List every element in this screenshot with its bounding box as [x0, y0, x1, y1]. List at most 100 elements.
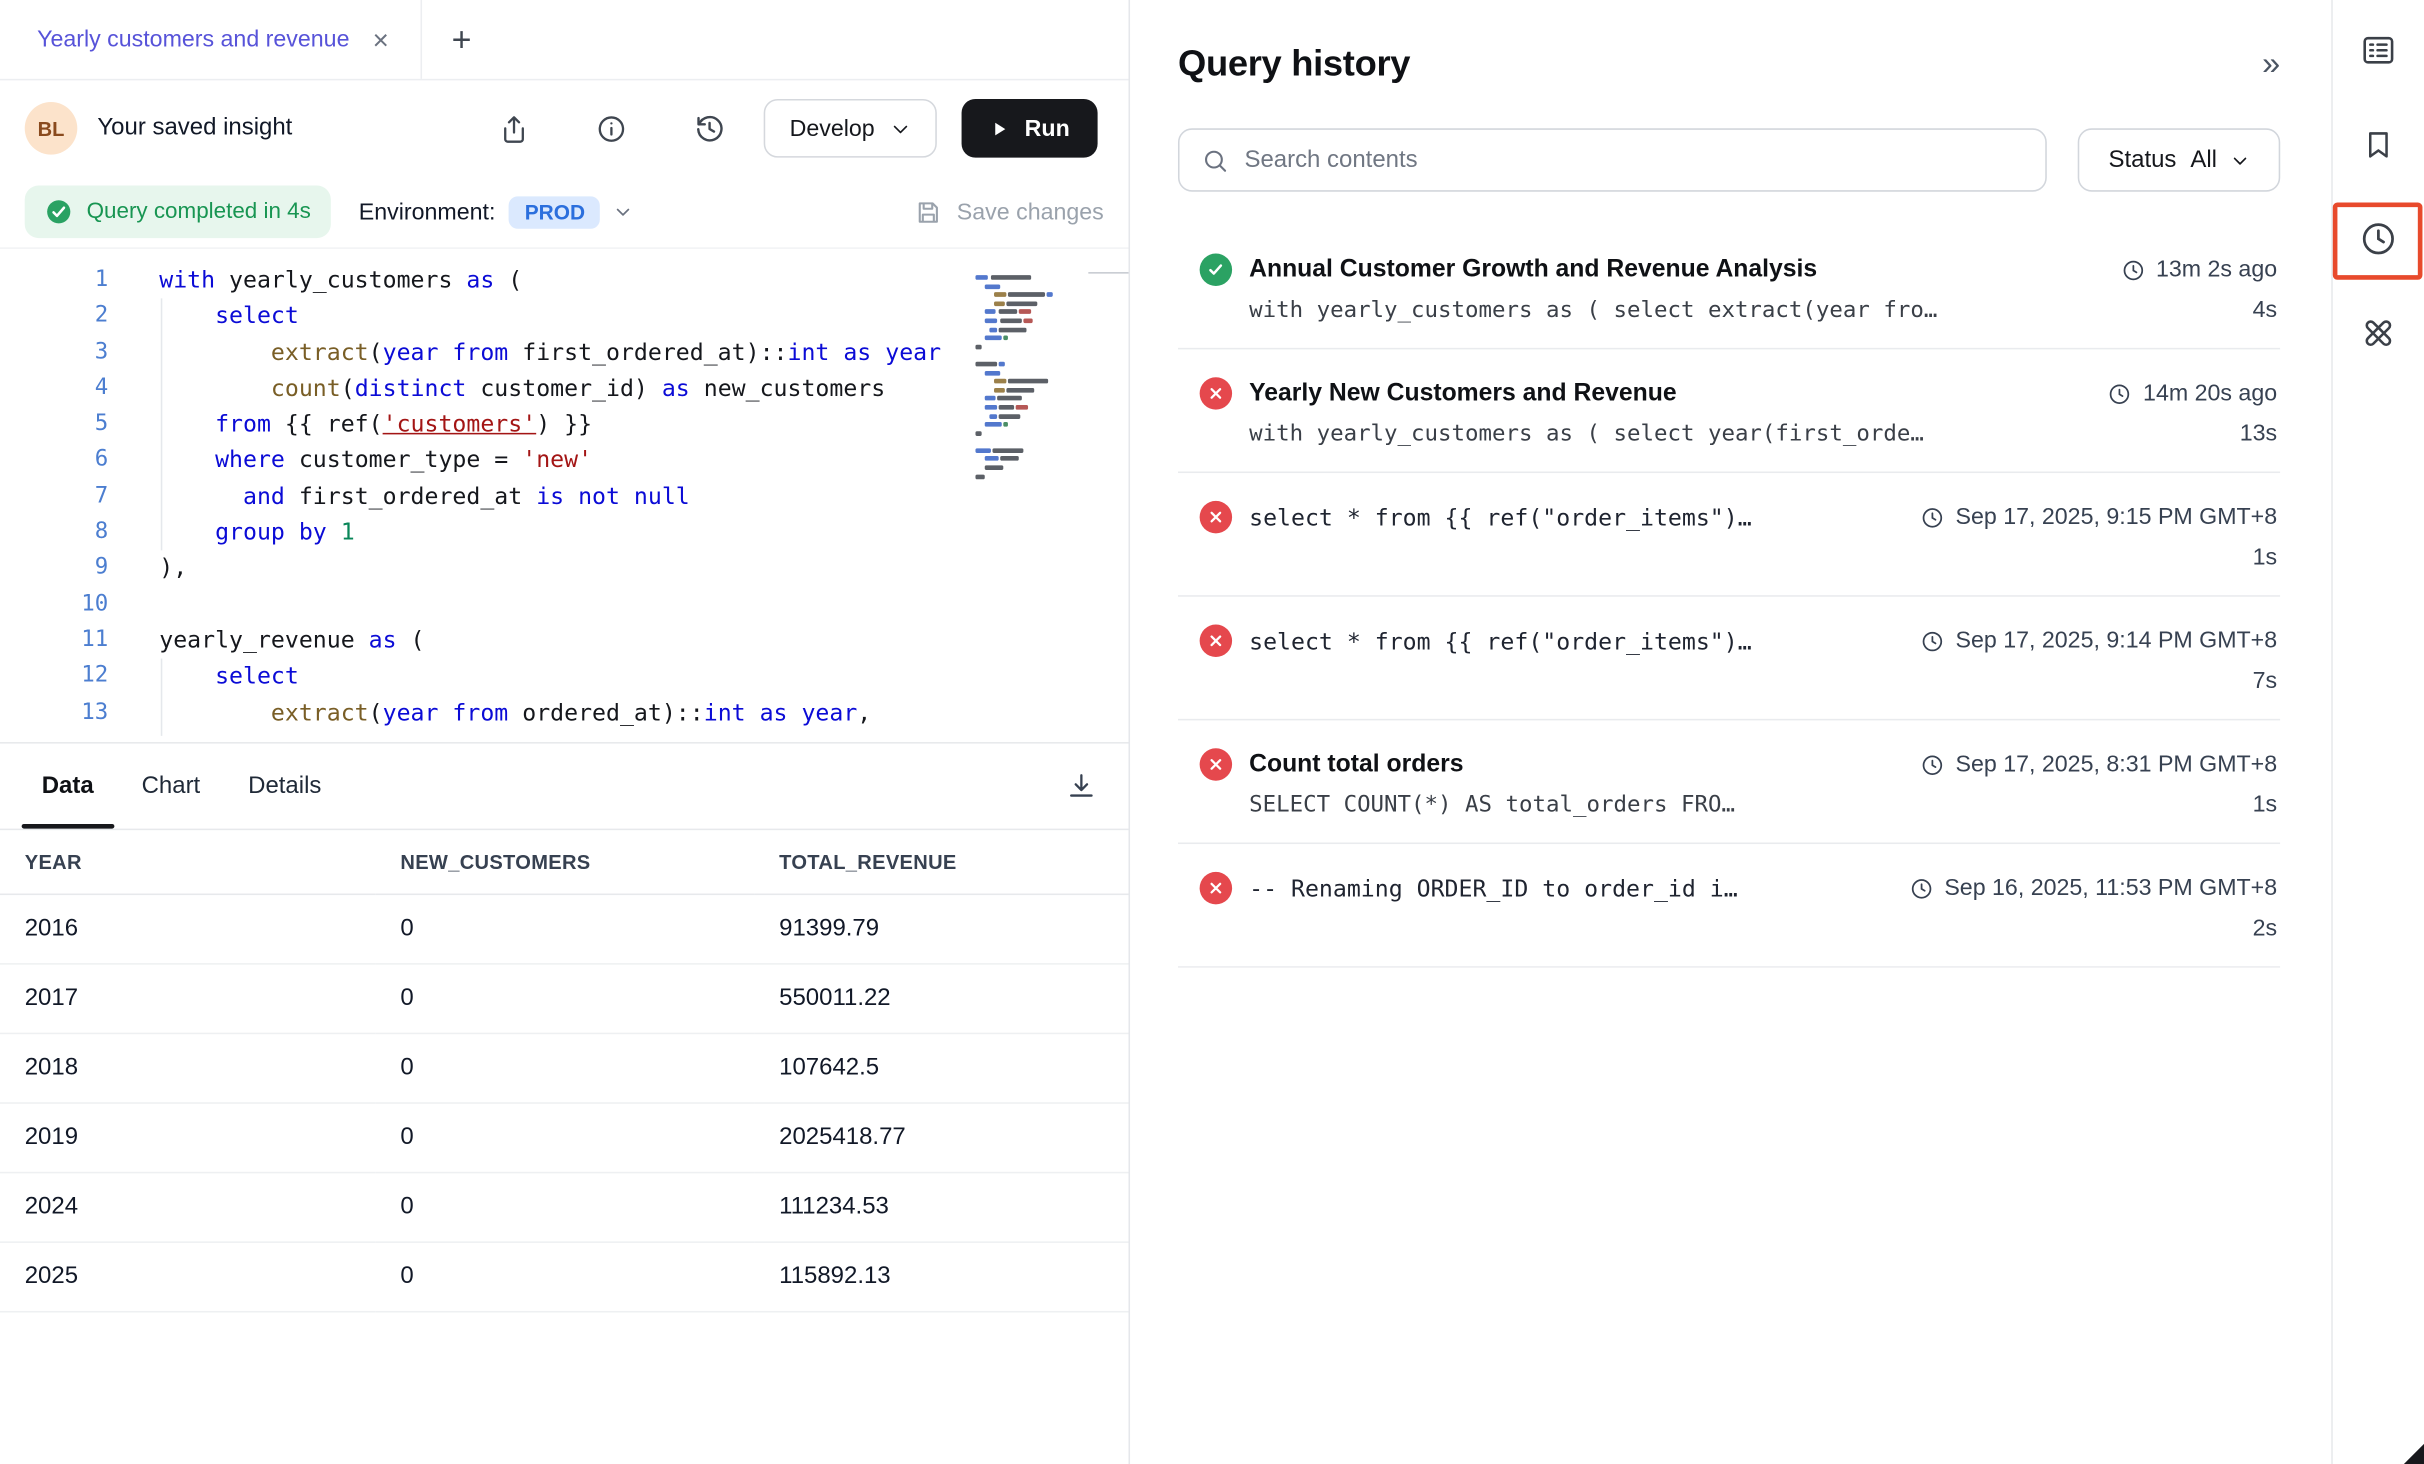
check-circle-icon — [45, 198, 73, 226]
entry-title: select * from {{ ref("order_items")… — [1249, 627, 1752, 655]
line-number: 9 — [0, 551, 108, 587]
line-number: 11 — [0, 623, 108, 659]
error-icon — [1200, 748, 1232, 780]
line-number: 8 — [0, 515, 108, 551]
minimap-viewport — [1088, 272, 1128, 274]
column-header: NEW_CUSTOMERS — [376, 830, 755, 893]
table-row: 201902025418.77 — [0, 1102, 1129, 1172]
code-editor[interactable]: 1with yearly_customers as (2 select3 ext… — [0, 249, 1129, 742]
entry-timestamp: Sep 17, 2025, 9:15 PM GMT+8 — [1898, 504, 2277, 530]
lineage-icon[interactable] — [2357, 311, 2400, 354]
table-cell: 0 — [376, 1102, 755, 1172]
environment-selector[interactable]: Environment: PROD — [359, 196, 633, 228]
tab-data[interactable]: Data — [42, 744, 94, 829]
table-cell: 0 — [376, 1241, 755, 1311]
tab-label: Yearly customers and revenue — [37, 26, 349, 52]
table-row: 20250115892.13 — [0, 1241, 1129, 1311]
code-line: 6 where customer_type = 'new' — [0, 443, 1129, 479]
success-icon — [1200, 254, 1232, 286]
environment-badge: PROD — [509, 196, 600, 228]
new-tab-button[interactable]: + — [421, 0, 501, 79]
query-history-panel: Query history » Status All Annual Custom… — [1130, 0, 2331, 1464]
entry-duration: 2s — [2234, 915, 2277, 941]
table-cell: 2017 — [0, 963, 376, 1033]
close-icon[interactable]: × — [373, 26, 389, 54]
history-entry[interactable]: Count total ordersSep 17, 2025, 8:31 PM … — [1178, 720, 2280, 844]
table-cell: 0 — [376, 1033, 755, 1103]
status-filter-button[interactable]: Status All — [2078, 128, 2281, 191]
history-entry[interactable]: Annual Customer Growth and Revenue Analy… — [1178, 226, 2280, 350]
history-entry[interactable]: select * from {{ ref("order_items")…Sep … — [1178, 473, 2280, 597]
table-row: 20170550011.22 — [0, 963, 1129, 1033]
code-line: 7 and first_ordered_at is not null — [0, 479, 1129, 515]
entry-snippet: SELECT COUNT(*) AS total_orders FRO… — [1249, 793, 2234, 818]
develop-dropdown[interactable]: Develop — [763, 99, 936, 158]
info-icon[interactable] — [595, 112, 627, 144]
table-row: 20240111234.53 — [0, 1172, 1129, 1242]
entry-title: Annual Customer Growth and Revenue Analy… — [1249, 256, 1817, 284]
line-number: 3 — [0, 335, 108, 371]
line-number: 6 — [0, 443, 108, 479]
status-filter-value: All — [2190, 146, 2217, 174]
history-entry[interactable]: -- Renaming ORDER_ID to order_id i…Sep 1… — [1178, 844, 2280, 968]
app-root: Yearly customers and revenue × + BL Your… — [0, 0, 2424, 1464]
code-line: 1with yearly_customers as ( — [0, 263, 1129, 299]
code-line: 10 — [0, 587, 1129, 623]
table-cell: 111234.53 — [754, 1172, 1128, 1242]
table-cell: 550011.22 — [754, 963, 1128, 1033]
collapse-panel-icon[interactable]: » — [2262, 48, 2280, 80]
line-number: 4 — [0, 371, 108, 407]
table-cell: 107642.5 — [754, 1033, 1128, 1103]
query-status-pill: Query completed in 4s — [25, 186, 331, 239]
tab-bar: Yearly customers and revenue × + — [0, 0, 1129, 80]
bookmark-icon[interactable] — [2357, 122, 2400, 165]
insight-title: Your saved insight — [97, 114, 292, 142]
avatar[interactable]: BL — [25, 102, 78, 155]
search-input[interactable] — [1244, 146, 2023, 174]
indent-guide — [161, 298, 163, 550]
table-row: 2016091399.79 — [0, 894, 1129, 964]
table-cell: 2024 — [0, 1172, 376, 1242]
results-table: YEARNEW_CUSTOMERSTOTAL_REVENUE 201609139… — [0, 830, 1129, 1312]
history-entry[interactable]: select * from {{ ref("order_items")…Sep … — [1178, 597, 2280, 721]
entry-snippet: with yearly_customers as ( select year(f… — [1249, 422, 2221, 447]
minimap[interactable] — [975, 275, 1055, 483]
share-icon[interactable] — [497, 112, 529, 144]
version-history-icon[interactable] — [692, 111, 726, 145]
code-line: 2 select — [0, 299, 1129, 335]
table-cell: 2025418.77 — [754, 1102, 1128, 1172]
play-icon — [989, 118, 1009, 138]
run-button[interactable]: Run — [961, 99, 1097, 158]
save-label: Save changes — [957, 199, 1104, 225]
results-panel: Data Chart Details YEARNEW_CUSTOMERSTOTA… — [0, 742, 1129, 1464]
line-number: 10 — [0, 587, 108, 623]
code-line: 9), — [0, 551, 1129, 587]
code-line: 13 extract(year from ordered_at)::int as… — [0, 695, 1129, 731]
entry-timestamp: 14m 20s ago — [2086, 380, 2277, 406]
resize-corner[interactable] — [2404, 1444, 2424, 1464]
table-cell: 2016 — [0, 894, 376, 964]
table-cell: 0 — [376, 1172, 755, 1242]
code-line: 5 from {{ ref('customers') }} — [0, 407, 1129, 443]
code-line: 11yearly_revenue as ( — [0, 623, 1129, 659]
entry-duration: 1s — [2234, 544, 2277, 570]
tab-yearly-customers[interactable]: Yearly customers and revenue × — [0, 0, 421, 79]
entry-snippet: with yearly_customers as ( select extrac… — [1249, 298, 2234, 323]
history-icon[interactable] — [2357, 216, 2400, 259]
line-number: 1 — [0, 263, 108, 299]
entry-timestamp: Sep 16, 2025, 11:53 PM GMT+8 — [1887, 875, 2277, 901]
search-icon — [1201, 146, 1229, 174]
table-cell: 2019 — [0, 1102, 376, 1172]
table-cell: 0 — [376, 963, 755, 1033]
run-label: Run — [1025, 115, 1070, 141]
page-title: Query history — [1178, 43, 1410, 85]
code-line: 12 select — [0, 659, 1129, 695]
tab-details[interactable]: Details — [248, 744, 321, 829]
download-icon[interactable] — [1065, 770, 1097, 802]
insight-header: BL Your saved insight Develop R — [0, 80, 1129, 176]
tab-chart[interactable]: Chart — [142, 744, 201, 829]
save-changes-button[interactable]: Save changes — [914, 197, 1104, 226]
history-entry[interactable]: Yearly New Customers and Revenue14m 20s … — [1178, 349, 2280, 473]
column-header: YEAR — [0, 830, 376, 893]
query-list-icon[interactable] — [2357, 28, 2400, 71]
